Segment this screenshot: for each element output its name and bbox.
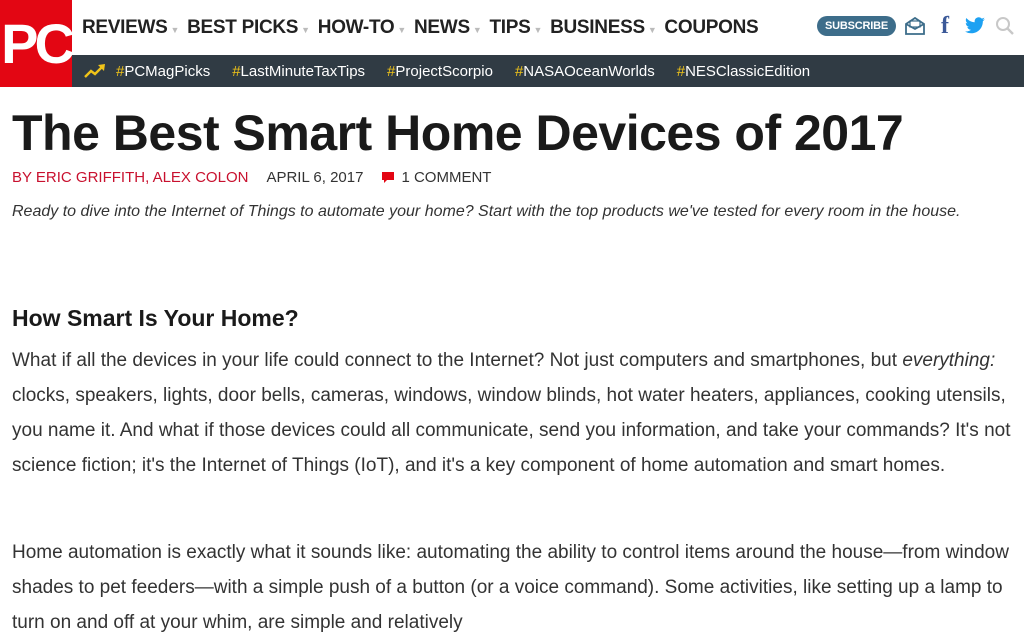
facebook-icon[interactable]: f <box>934 13 956 39</box>
nav-item-label: REVIEWS <box>82 17 168 38</box>
site-header: PC REVIEWS ▼ BEST PICKS ▼ HOW-TO ▼ NEWS … <box>0 0 1024 87</box>
trending-bar: #PCMagPicks #LastMinuteTaxTips #ProjectS… <box>72 55 1024 87</box>
search-icon[interactable] <box>994 15 1016 37</box>
trending-icon <box>84 63 106 79</box>
body-paragraph: What if all the devices in your life cou… <box>12 350 1011 476</box>
nav-item-news[interactable]: NEWS ▼ <box>414 17 482 39</box>
trending-tag[interactable]: #PCMagPicks <box>116 63 210 80</box>
subscribe-button[interactable]: SUBSCRIBE <box>817 16 896 36</box>
pc-logo[interactable]: PC <box>0 0 75 87</box>
social-bar: SUBSCRIBE f <box>817 12 1024 40</box>
nav-item-coupons[interactable]: COUPONS <box>664 17 758 39</box>
nav-item-reviews[interactable]: REVIEWS ▼ <box>82 17 179 39</box>
chevron-down-icon: ▼ <box>533 25 543 35</box>
nav-item-label: BEST PICKS <box>187 17 299 38</box>
trending-tag[interactable]: #NASAOceanWorlds <box>515 63 655 80</box>
nav-item-best-picks[interactable]: BEST PICKS ▼ <box>187 17 310 39</box>
trending-tag[interactable]: #ProjectScorpio <box>387 63 493 80</box>
nav-item-label: BUSINESS <box>550 17 645 38</box>
comment-icon[interactable] <box>381 171 395 184</box>
article-title: The Best Smart Home Devices of 2017 <box>12 105 904 161</box>
twitter-icon[interactable] <box>964 15 986 37</box>
nav-item-business[interactable]: BUSINESS ▼ <box>550 17 657 39</box>
publish-date: APRIL 6, 2017 <box>266 169 364 186</box>
chevron-down-icon: ▼ <box>472 25 482 35</box>
chevron-down-icon: ▼ <box>647 25 657 35</box>
nav-item-label: COUPONS <box>664 17 759 38</box>
chevron-down-icon: ▼ <box>397 25 407 35</box>
nav-item-label: TIPS <box>489 17 531 38</box>
nav-item-label: NEWS <box>414 17 470 38</box>
article-deck: Ready to dive into the Internet of Thing… <box>12 203 961 220</box>
author-link[interactable]: BY ERIC GRIFFITH, ALEX COLON <box>12 169 248 186</box>
comment-count-link[interactable]: 1 COMMENT <box>401 169 491 186</box>
newsletter-icon[interactable] <box>904 15 926 37</box>
nav-item-how-to[interactable]: HOW-TO ▼ <box>317 17 407 39</box>
byline: BY ERIC GRIFFITH, ALEX COLON APRIL 6, 20… <box>12 169 491 186</box>
nav-item-label: HOW-TO <box>317 17 395 38</box>
chevron-down-icon: ▼ <box>301 25 310 35</box>
nav-item-tips[interactable]: TIPS ▼ <box>489 17 542 39</box>
trending-tag[interactable]: #LastMinuteTaxTips <box>232 63 365 80</box>
section-heading: How Smart Is Your Home? <box>12 305 299 331</box>
trending-tag[interactable]: #NESClassicEdition <box>677 63 810 80</box>
chevron-down-icon: ▼ <box>170 25 180 35</box>
main-nav: REVIEWS ▼ BEST PICKS ▼ HOW-TO ▼ NEWS ▼ T… <box>82 14 766 42</box>
body-paragraph: Home automation is exactly what it sound… <box>12 542 1009 633</box>
